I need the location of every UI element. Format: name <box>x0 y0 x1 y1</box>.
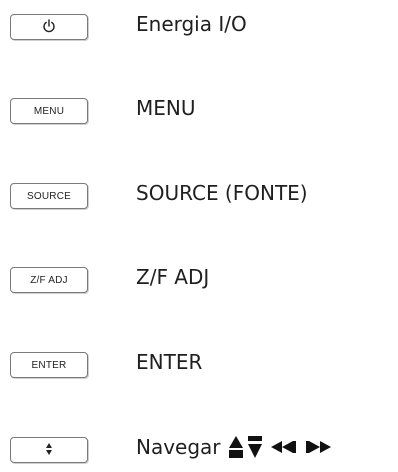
legend-row-enter: ENTER ENTER <box>0 345 398 385</box>
source-key: SOURCE <box>10 183 88 209</box>
legend-row-zf-adj: Z/F ADJ Z/F ADJ <box>0 260 398 300</box>
power-icon <box>42 18 56 36</box>
source-description: SOURCE (FONTE) <box>136 181 308 205</box>
legend-row-power: Energia I/O <box>0 7 398 47</box>
menu-key: MENU <box>10 98 88 124</box>
legend-row-source: SOURCE SOURCE (FONTE) <box>0 176 398 216</box>
power-key <box>10 14 88 40</box>
navigate-description-group: Navegar <box>136 434 331 460</box>
up-down-arrows-icon <box>45 442 53 458</box>
power-description: Energia I/O <box>136 12 247 36</box>
up-triangle-icon <box>228 435 244 459</box>
legend-row-navigate: Navegar <box>0 430 398 470</box>
menu-description: MENU <box>136 96 196 120</box>
enter-description: ENTER <box>136 350 203 374</box>
navigate-description: Navegar <box>136 435 221 459</box>
enter-key: ENTER <box>10 352 88 378</box>
navigate-key <box>10 437 88 463</box>
zf-adj-key: Z/F ADJ <box>10 267 88 293</box>
zf-adj-description: Z/F ADJ <box>136 265 210 289</box>
legend-row-menu: MENU MENU <box>0 91 398 131</box>
navigation-arrows <box>228 435 331 459</box>
right-double-triangle-icon <box>305 440 331 454</box>
left-double-triangle-icon <box>270 440 297 454</box>
down-triangle-icon <box>247 435 263 459</box>
